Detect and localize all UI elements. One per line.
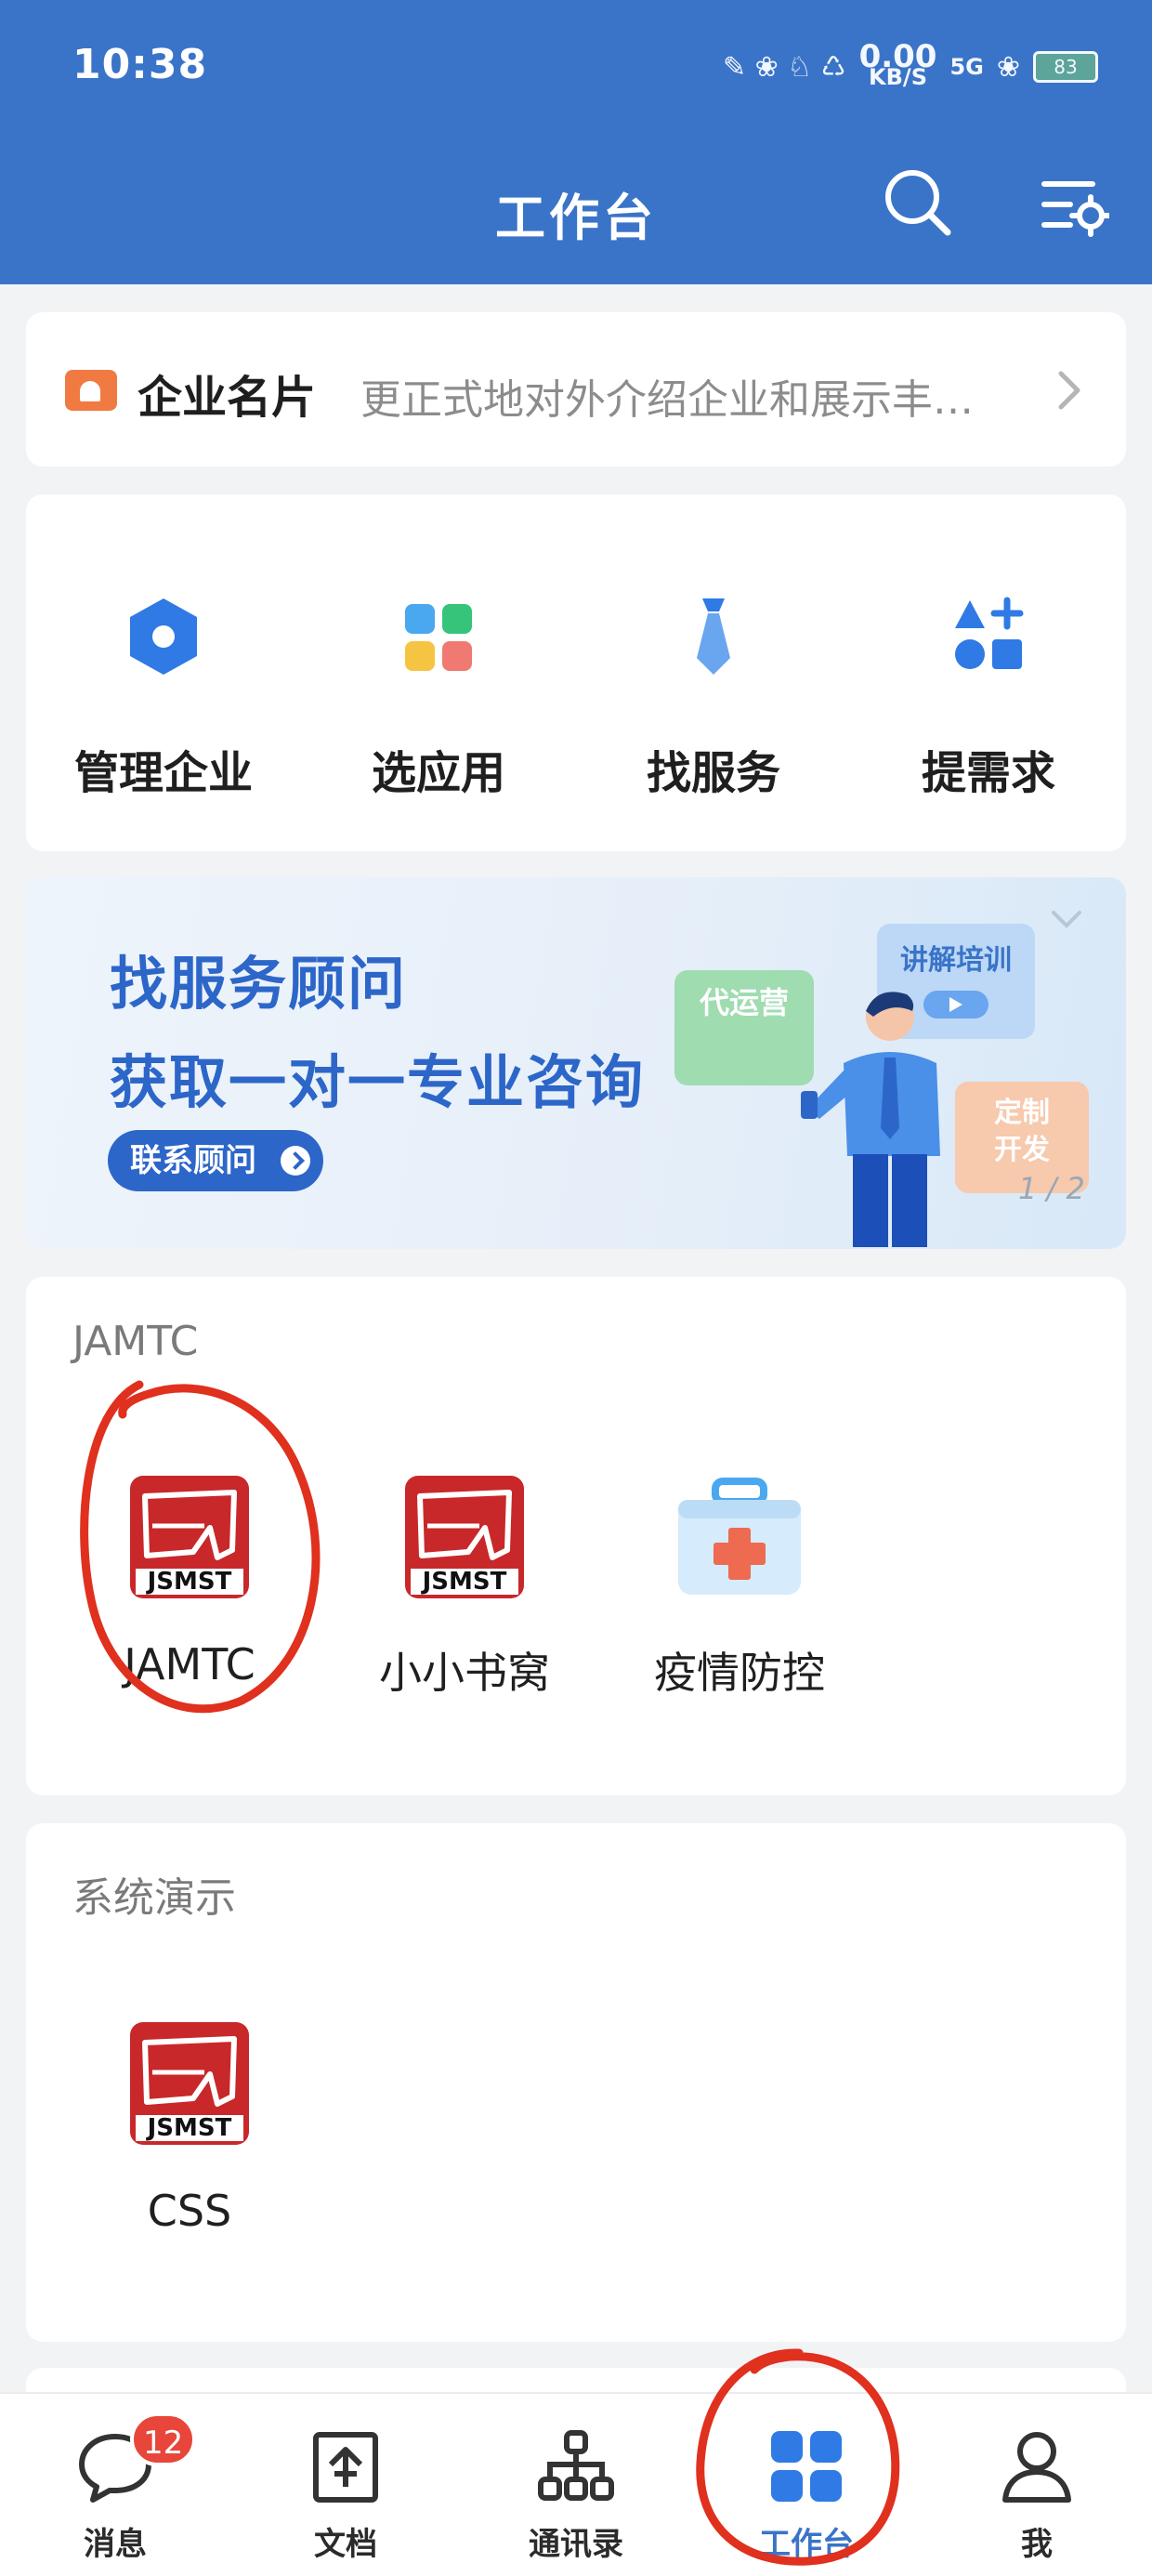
chevron-down-icon[interactable] bbox=[1048, 905, 1085, 933]
nav-me[interactable]: 我 bbox=[922, 2394, 1152, 2576]
nav-documents[interactable]: 文档 bbox=[230, 2394, 461, 2576]
network-type: 5G bbox=[949, 54, 984, 80]
banner-headline: 找服务顾问 bbox=[110, 950, 408, 1018]
jsmst-logo-icon: JSMST bbox=[399, 1472, 530, 1602]
shortcut-manage-enterprise[interactable]: 管理企业 bbox=[26, 494, 301, 851]
svg-text:JSMST: JSMST bbox=[146, 1568, 232, 1596]
shortcut-grid: 管理企业 选应用 找服务 提需求 bbox=[26, 494, 1126, 851]
nav-workbench[interactable]: 工作台 bbox=[691, 2394, 922, 2576]
search-icon[interactable] bbox=[881, 165, 955, 240]
first-aid-kit-icon bbox=[674, 1472, 805, 1602]
hexagon-icon bbox=[126, 595, 201, 678]
top-app-bar: 10:38 ✎ ❀ ♘ ♺ 0.00 KB/S 5G ❀ 83 工作台 bbox=[0, 0, 1152, 284]
consultant-illustration bbox=[788, 979, 974, 1249]
status-icons: ✎ ❀ ♘ ♺ 0.00 KB/S 5G ❀ 83 bbox=[723, 41, 1098, 93]
app-group-jamtc: JAMTC JSMST JAMTC JSMST 小小书窝 疫情防控 bbox=[26, 1277, 1126, 1795]
chevron-right-icon bbox=[1052, 368, 1089, 413]
arrow-right-icon bbox=[281, 1146, 310, 1176]
jsmst-logo-icon: JSMST bbox=[124, 1472, 255, 1602]
signal-icon: ❀ bbox=[996, 50, 1020, 84]
person-icon bbox=[998, 2427, 1076, 2505]
necktie-icon bbox=[676, 595, 751, 678]
id-card-icon bbox=[65, 370, 117, 411]
nav-messages[interactable]: 12 消息 bbox=[0, 2394, 230, 2576]
app-group-system-demo: 系统演示 JSMST CSS bbox=[26, 1823, 1126, 2342]
status-time: 10:38 bbox=[72, 41, 208, 88]
banner-subheadline: 获取一对一专业咨询 bbox=[110, 1048, 646, 1116]
network-speed: 0.00 KB/S bbox=[858, 38, 937, 90]
enterprise-namecard-row[interactable]: 企业名片 更正式地对外介绍企业和展示丰… bbox=[26, 312, 1126, 467]
group-title: JAMTC bbox=[72, 1318, 199, 1365]
app-jamtc[interactable]: JSMST JAMTC bbox=[52, 1472, 327, 1769]
svg-text:JSMST: JSMST bbox=[146, 2114, 232, 2142]
notification-icons: ✎ ❀ ♘ ♺ bbox=[722, 50, 846, 84]
page-title: 工作台 bbox=[495, 189, 657, 247]
contact-consultant-button[interactable]: 联系顾问 bbox=[108, 1130, 323, 1191]
document-icon bbox=[307, 2427, 385, 2505]
org-chart-icon bbox=[537, 2427, 615, 2505]
app-epidemic-control[interactable]: 疫情防控 bbox=[602, 1472, 877, 1769]
svg-text:JSMST: JSMST bbox=[421, 1568, 507, 1596]
shortcut-submit-request[interactable]: 提需求 bbox=[851, 494, 1126, 851]
banner-pager: 1 / 2 bbox=[1018, 1171, 1085, 1206]
status-bar: 10:38 ✎ ❀ ♘ ♺ 0.00 KB/S 5G ❀ 83 bbox=[0, 0, 1152, 139]
shapes-plus-icon bbox=[951, 595, 1026, 678]
namecard-description: 更正式地对外介绍企业和展示丰… bbox=[360, 376, 974, 424]
app-css[interactable]: JSMST CSS bbox=[52, 2018, 327, 2316]
service-consultant-banner[interactable]: 找服务顾问 获取一对一专业咨询 联系顾问 代运营 讲解培训 定制 开发 1 / … bbox=[26, 877, 1126, 1249]
app-grid-icon bbox=[401, 595, 476, 678]
namecard-title: 企业名片 bbox=[137, 372, 317, 424]
workbench-grid-icon bbox=[767, 2427, 845, 2505]
jsmst-logo-icon: JSMST bbox=[124, 2018, 255, 2149]
battery-icon: 83 bbox=[1033, 51, 1098, 83]
shortcut-choose-apps[interactable]: 选应用 bbox=[301, 494, 576, 851]
group-title: 系统演示 bbox=[72, 1874, 236, 1922]
nav-contacts[interactable]: 通讯录 bbox=[461, 2394, 691, 2576]
shortcut-find-service[interactable]: 找服务 bbox=[576, 494, 851, 851]
list-settings-icon[interactable] bbox=[1039, 173, 1112, 238]
unread-badge: 12 bbox=[130, 2412, 197, 2466]
bottom-navigation: 12 消息 文档 通讯录 工作台 我 bbox=[0, 2392, 1152, 2576]
app-xiaoxiao-shuwo[interactable]: JSMST 小小书窝 bbox=[327, 1472, 602, 1769]
